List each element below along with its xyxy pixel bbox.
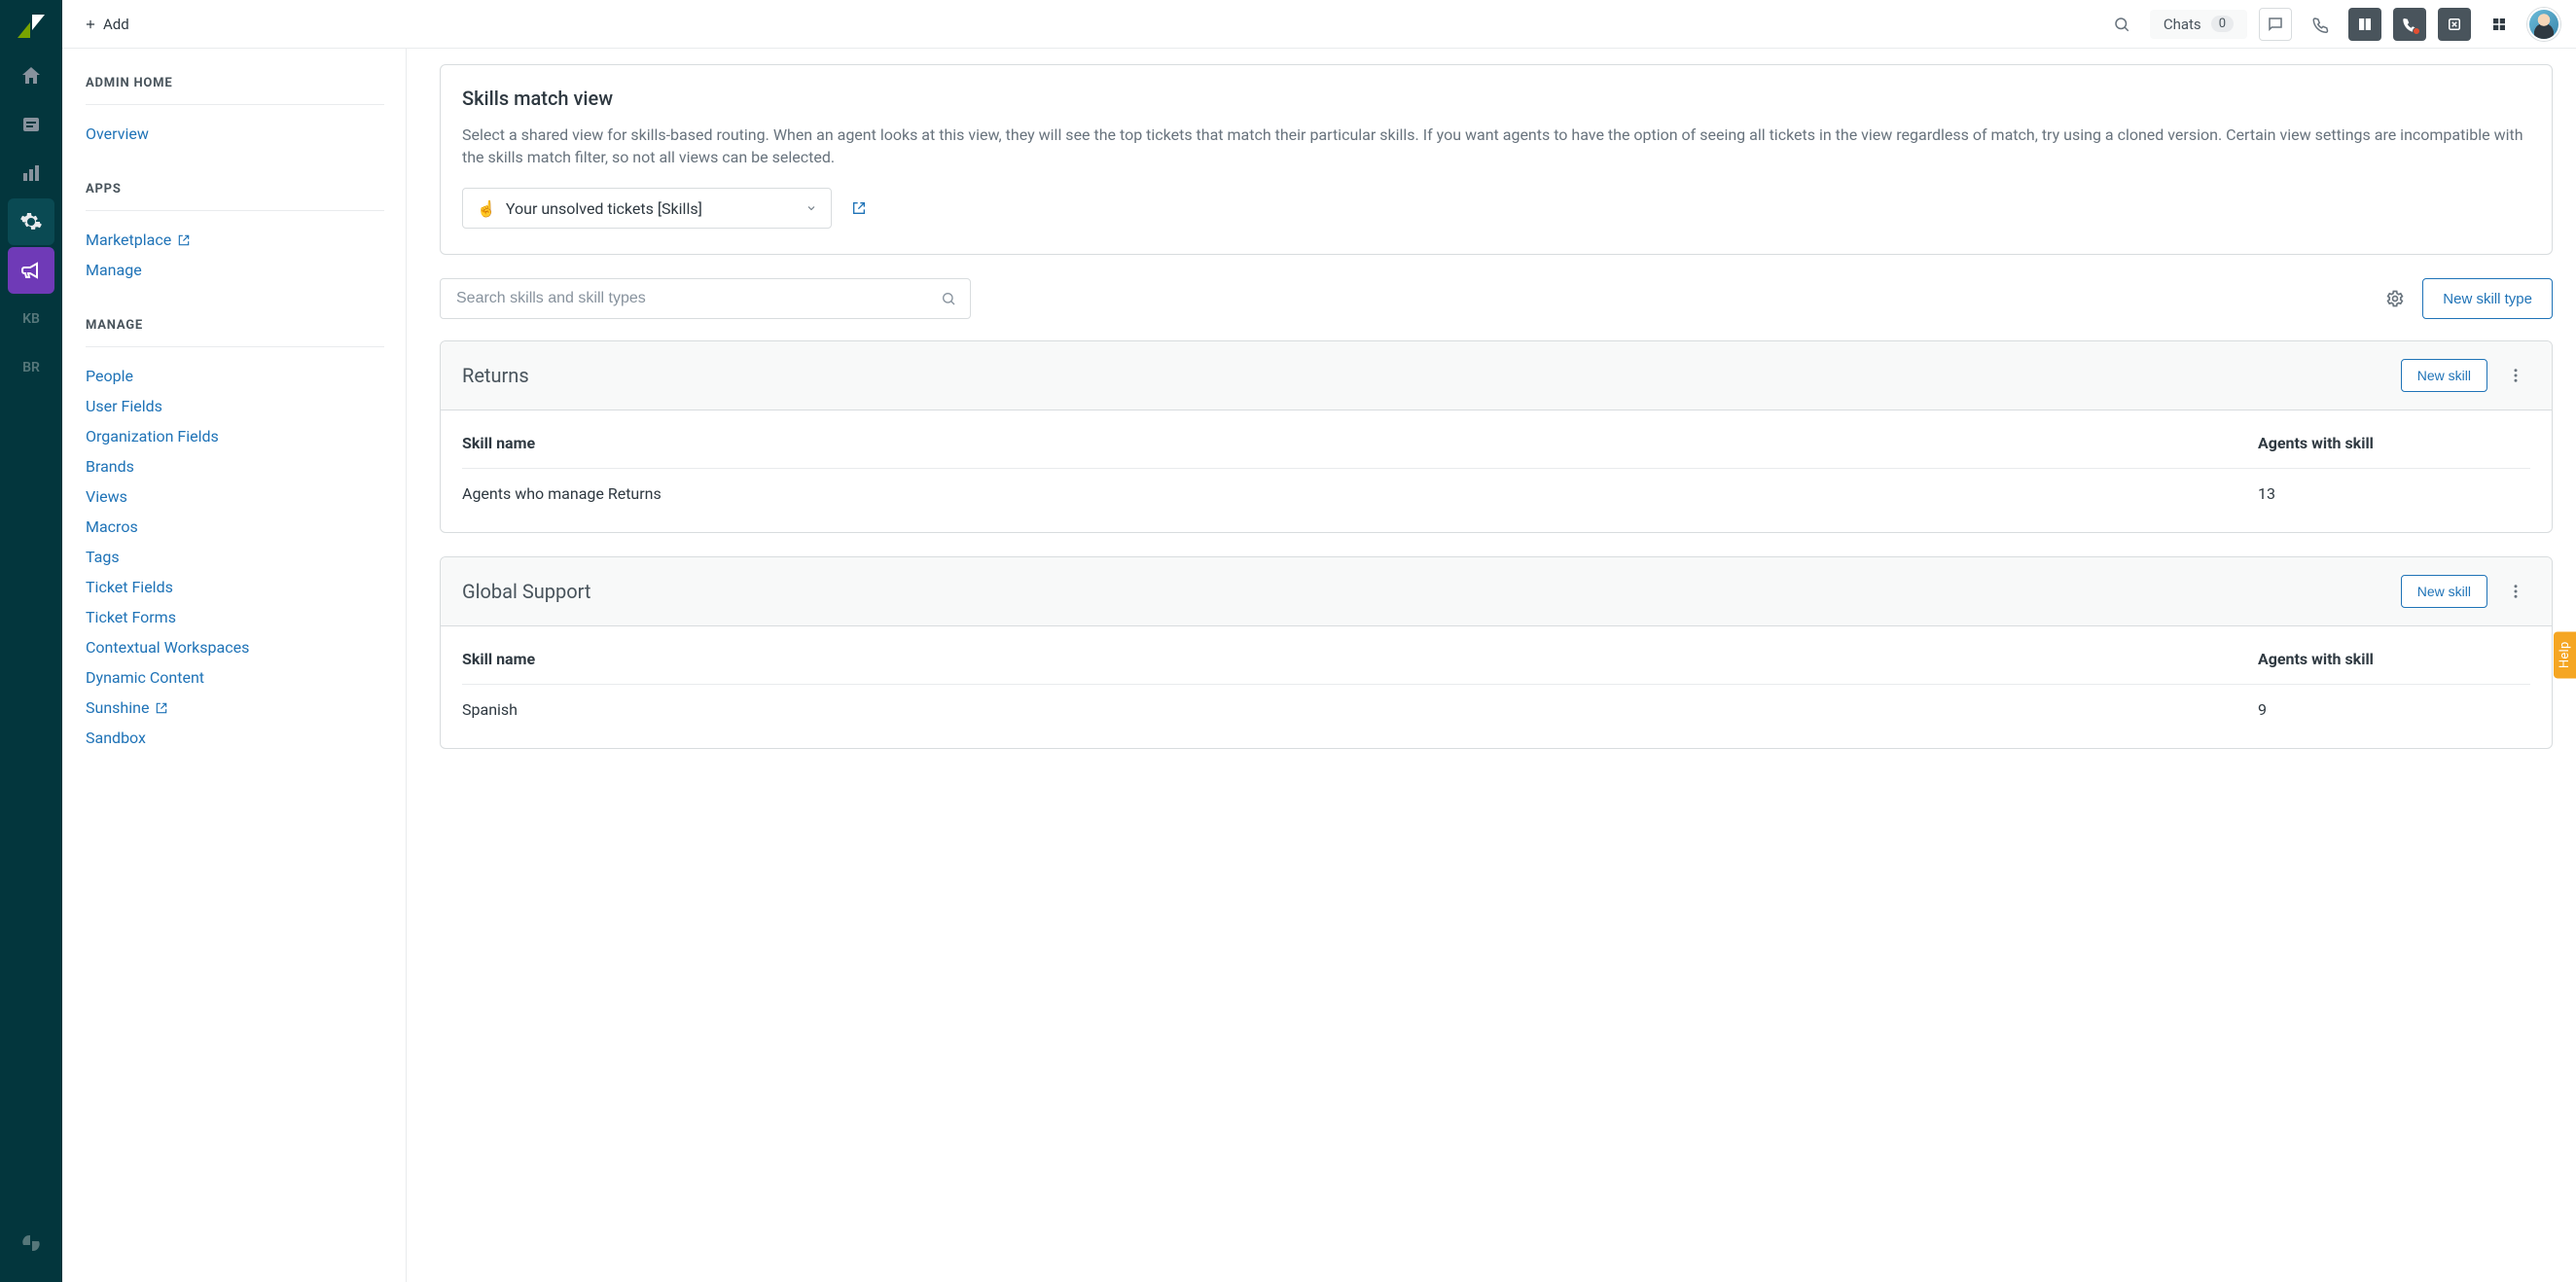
select-value: Your unsolved tickets [Skills]: [506, 199, 702, 218]
external-link-icon: [155, 701, 168, 715]
external-link-icon: [177, 233, 191, 247]
nav-ticket-forms[interactable]: Ticket Forms: [86, 602, 384, 632]
admin-sidebar: ADMIN HOME Overview APPS Marketplace Man…: [62, 49, 407, 1282]
nav-sunshine[interactable]: Sunshine: [86, 693, 384, 723]
nav-overview[interactable]: Overview: [86, 119, 384, 149]
section-manage: MANAGE: [86, 318, 384, 333]
cell-skill-name: Agents who manage Returns: [462, 484, 2258, 503]
br-icon[interactable]: BR: [8, 344, 54, 391]
section-admin-home: ADMIN HOME: [86, 76, 384, 90]
phone-icon[interactable]: [2304, 8, 2337, 41]
skill-group-header: Returns New skill: [441, 341, 2552, 410]
skill-group: Returns New skill Skill nameAgents with sk…: [440, 340, 2553, 533]
add-button[interactable]: Add: [78, 12, 135, 37]
panel-title: Skills match view: [462, 87, 2530, 110]
user-avatar[interactable]: [2527, 8, 2560, 41]
table-header-row: Skill nameAgents with skill: [462, 634, 2530, 685]
new-skill-button[interactable]: New skill: [2401, 575, 2487, 608]
table-row[interactable]: Agents who manage Returns13: [462, 469, 2530, 518]
layout-icon[interactable]: [2348, 8, 2381, 41]
close-box-icon[interactable]: [2438, 8, 2471, 41]
skill-group: Global Support New skill Skill nameAgents …: [440, 556, 2553, 749]
nav-dynamic-content[interactable]: Dynamic Content: [86, 662, 384, 693]
nav-macros[interactable]: Macros: [86, 512, 384, 542]
nav-ticket-fields[interactable]: Ticket Fields: [86, 572, 384, 602]
chats-count: 0: [2211, 16, 2234, 32]
skill-table: Skill nameAgents with skillAgents who ma…: [441, 410, 2552, 532]
open-view-icon[interactable]: [851, 200, 867, 216]
admin-settings-icon[interactable]: [8, 198, 54, 245]
content-area: Skills match view Select a shared view f…: [407, 49, 2576, 1282]
talk-status-icon[interactable]: [2393, 8, 2426, 41]
nav-people[interactable]: People: [86, 361, 384, 391]
nav-sandbox[interactable]: Sandbox: [86, 723, 384, 753]
settings-gear-icon[interactable]: [2385, 289, 2405, 308]
home-icon[interactable]: [8, 53, 54, 99]
skill-table: Skill nameAgents with skillSpanish9: [441, 626, 2552, 748]
col-agents: Agents with skill: [2258, 650, 2530, 668]
nav-user-fields[interactable]: User Fields: [86, 391, 384, 421]
col-skill-name: Skill name: [462, 650, 2258, 668]
nav-manage-apps[interactable]: Manage: [86, 255, 384, 285]
nav-marketplace[interactable]: Marketplace: [86, 225, 384, 255]
search-skills-input[interactable]: [454, 289, 941, 308]
chevron-down-icon: [805, 199, 817, 218]
kebab-menu-icon[interactable]: [2501, 583, 2530, 600]
skills-toolbar: New skill type: [440, 278, 2553, 319]
pointing-up-icon: ☝️: [477, 199, 496, 218]
add-label: Add: [103, 16, 129, 33]
skill-group-header: Global Support New skill: [441, 557, 2552, 626]
reporting-icon[interactable]: [8, 150, 54, 196]
comment-icon[interactable]: [2259, 8, 2292, 41]
skill-group-title: Returns: [462, 364, 2387, 387]
cell-skill-name: Spanish: [462, 700, 2258, 719]
cell-agent-count: 13: [2258, 484, 2530, 503]
kb-icon[interactable]: KB: [8, 296, 54, 342]
skill-group-title: Global Support: [462, 580, 2387, 603]
nav-contextual-workspaces[interactable]: Contextual Workspaces: [86, 632, 384, 662]
table-header-row: Skill nameAgents with skill: [462, 418, 2530, 469]
chats-button[interactable]: Chats 0: [2150, 10, 2247, 39]
nav-views[interactable]: Views: [86, 481, 384, 512]
announce-icon[interactable]: [8, 247, 54, 294]
nav-org-fields[interactable]: Organization Fields: [86, 421, 384, 451]
chats-label: Chats: [2164, 16, 2201, 33]
tickets-icon[interactable]: [8, 101, 54, 148]
kebab-menu-icon[interactable]: [2501, 367, 2530, 384]
table-row[interactable]: Spanish9: [462, 685, 2530, 734]
panel-description: Select a shared view for skills-based ro…: [462, 124, 2530, 168]
new-skill-type-button[interactable]: New skill type: [2422, 278, 2553, 319]
top-bar: Add Chats 0: [62, 0, 2576, 49]
col-skill-name: Skill name: [462, 434, 2258, 452]
search-icon[interactable]: [2105, 8, 2138, 41]
zendesk-logo-icon[interactable]: [8, 6, 54, 47]
cell-agent-count: 9: [2258, 700, 2530, 719]
product-rail: KB BR: [0, 0, 62, 1282]
nav-tags[interactable]: Tags: [86, 542, 384, 572]
col-agents: Agents with skill: [2258, 434, 2530, 452]
nav-brands[interactable]: Brands: [86, 451, 384, 481]
skills-view-select[interactable]: ☝️ Your unsolved tickets [Skills]: [462, 188, 832, 229]
search-icon: [941, 291, 956, 306]
zendesk-mark-icon[interactable]: [8, 1220, 54, 1266]
help-tab[interactable]: Help: [2554, 631, 2576, 678]
skills-match-panel: Skills match view Select a shared view f…: [440, 64, 2553, 255]
apps-grid-icon[interactable]: [2483, 8, 2516, 41]
new-skill-button[interactable]: New skill: [2401, 359, 2487, 392]
search-skills-input-wrapper: [440, 278, 971, 319]
section-apps: APPS: [86, 182, 384, 196]
